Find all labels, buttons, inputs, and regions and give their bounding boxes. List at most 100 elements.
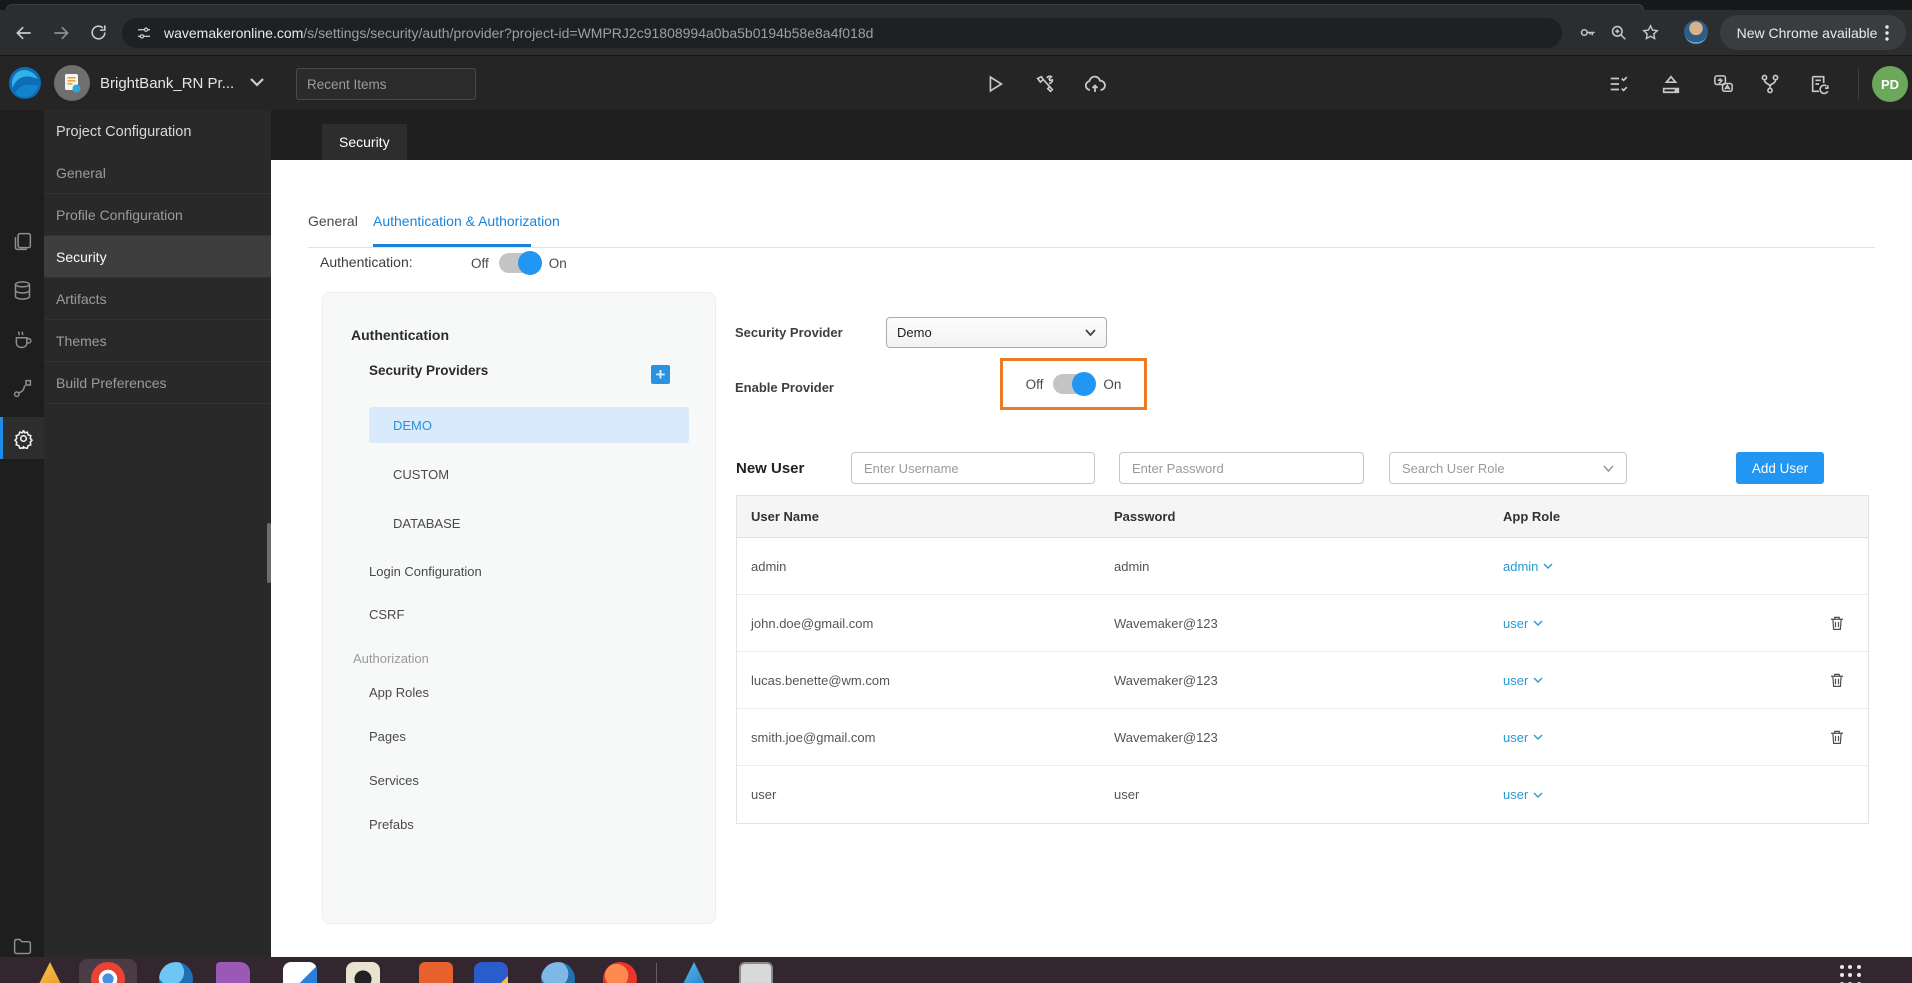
delete-user-icon[interactable] [1828,728,1846,746]
authentication-toggle-knob[interactable] [517,251,542,275]
delete-user-icon[interactable] [1828,671,1846,689]
project-avatar[interactable] [54,65,90,101]
security-nav-panel: Authentication Security Providers + DEMO… [322,292,716,924]
dock-distro-icon[interactable] [33,962,67,983]
nav-item-login-configuration[interactable]: Login Configuration [369,564,482,579]
pages-icon[interactable] [0,220,44,262]
dock-files-icon[interactable] [216,962,250,983]
username-input[interactable] [851,452,1095,484]
dock-prism-icon[interactable] [677,962,711,983]
dock-help-icon[interactable] [541,962,575,983]
page-tab-security[interactable]: Security [322,124,407,160]
tab-authentication-authorization[interactable]: Authentication & Authorization [373,213,560,229]
os-taskbar [0,957,1912,983]
back-icon[interactable] [11,20,37,46]
nav-item-services[interactable]: Services [369,773,419,788]
apis-icon[interactable] [0,367,44,409]
nav-item-app-roles[interactable]: App Roles [369,685,429,700]
enable-provider-toggle[interactable]: Off On [1025,372,1122,396]
security-provider-select[interactable]: Demo [886,317,1107,348]
user-role-select[interactable]: Search User Role [1389,452,1627,484]
nav-item-prefabs[interactable]: Prefabs [369,817,414,832]
dock-software-store-icon[interactable] [419,962,453,983]
checklist-icon[interactable] [1605,70,1633,98]
chrome-update-label: New Chrome available [1736,24,1878,41]
delete-user-icon[interactable] [1828,614,1846,632]
select-chevron-icon [1603,464,1614,472]
file-sync-icon[interactable] [1806,70,1834,98]
authentication-toggle-track[interactable] [498,251,542,275]
export-icon[interactable] [1657,70,1685,98]
provider-item-database[interactable]: DATABASE [369,505,689,541]
chevron-down-icon [1533,620,1543,626]
provider-item-demo[interactable]: DEMO [369,407,689,443]
project-config-sidebar: Project Configuration General Profile Co… [44,110,271,957]
sidebar-item-general[interactable]: General [44,152,271,194]
role-dropdown[interactable]: admin [1503,559,1553,574]
run-preview-icon[interactable] [981,70,1009,98]
table-row: user user user [737,766,1868,823]
vcs-share-icon[interactable] [1756,70,1784,98]
authorization-section-header: Authorization [353,651,429,666]
chrome-update-button[interactable]: New Chrome available [1720,15,1906,50]
password-input[interactable] [1119,452,1364,484]
build-tools-icon[interactable] [1031,70,1059,98]
sidebar-item-security[interactable]: Security [44,236,271,278]
app-grid-icon[interactable] [1840,965,1862,983]
dock-text-editor-icon[interactable] [283,962,317,983]
tab-general[interactable]: General [308,213,358,229]
deploy-cloud-icon[interactable] [1081,70,1109,98]
enable-provider-highlight-box: Off On [1000,358,1147,410]
sidebar-item-profile-configuration[interactable]: Profile Configuration [44,194,271,236]
java-services-icon[interactable] [0,318,44,360]
user-avatar[interactable]: PD [1872,66,1908,102]
translate-icon[interactable] [1709,70,1737,98]
nav-item-csrf[interactable]: CSRF [369,607,404,622]
column-header-app-role: App Role [1503,509,1561,524]
site-settings-icon[interactable] [136,25,152,41]
chevron-down-icon [1533,734,1543,740]
dock-thunderbird-icon[interactable] [159,962,193,983]
sidebar-item-artifacts[interactable]: Artifacts [44,278,271,320]
cell-password: user [1114,787,1140,802]
toggle-on-label: On [548,255,567,271]
project-name[interactable]: BrightBank_RN Pr... [100,75,234,92]
dock-firefox-icon[interactable] [603,962,637,983]
enable-provider-toggle-knob[interactable] [1072,372,1097,396]
toggle-on-label: On [1103,376,1122,392]
role-dropdown[interactable]: user [1503,730,1543,745]
url-bar[interactable]: wavemakeronline.com/s/settings/security/… [122,18,1562,48]
users-table-header: User Name Password App Role [737,496,1868,538]
database-icon[interactable] [0,269,44,311]
role-dropdown[interactable]: user [1503,673,1543,688]
browser-profile-avatar[interactable] [1684,20,1708,44]
project-switcher-chevron-icon[interactable] [250,78,264,87]
dock-writer-icon[interactable] [474,962,508,983]
left-rail: LOG [0,110,44,957]
role-dropdown[interactable]: user [1503,616,1543,631]
recent-items-input[interactable] [296,68,476,100]
provider-item-custom[interactable]: CUSTOM [369,456,689,492]
dock-terminal-window-icon[interactable] [739,962,773,983]
enable-provider-toggle-track[interactable] [1053,372,1097,396]
column-header-user-name: User Name [751,509,819,524]
bookmark-star-icon[interactable] [1638,20,1662,44]
zoom-icon[interactable] [1606,20,1630,44]
settings-gear-icon[interactable] [0,417,44,459]
sidebar-item-themes[interactable]: Themes [44,320,271,362]
nav-item-pages[interactable]: Pages [369,729,406,744]
page-tab-strip: Security [271,110,1912,160]
sidebar-item-build-preferences[interactable]: Build Preferences [44,362,271,404]
dock-screenshot-icon[interactable] [346,962,380,983]
forward-icon[interactable] [48,20,74,46]
browser-menu-icon[interactable] [1885,24,1890,41]
enable-provider-label: Enable Provider [735,380,834,395]
wavemaker-logo[interactable] [8,66,42,100]
add-user-button[interactable]: Add User [1736,452,1824,484]
password-key-icon[interactable] [1575,20,1599,44]
reload-icon[interactable] [85,20,111,46]
add-provider-icon[interactable]: + [651,365,670,384]
authentication-toggle[interactable]: Off On [471,251,567,275]
role-dropdown[interactable]: user [1503,787,1543,802]
toggle-off-label: Off [1025,376,1044,392]
